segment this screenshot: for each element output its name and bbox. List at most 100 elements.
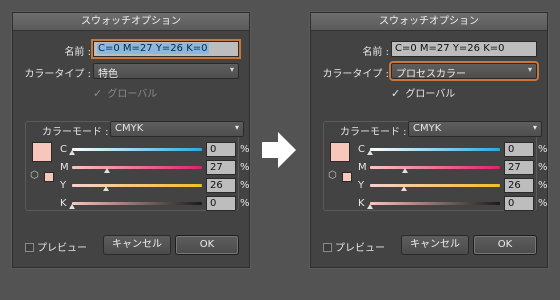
global-label: グローバル	[405, 89, 456, 100]
right-arrow-icon	[262, 132, 296, 168]
global-checkbox[interactable]: ✓ グローバル	[391, 85, 456, 100]
channel-label: Y	[358, 180, 365, 191]
checkbox-box	[25, 243, 34, 252]
channel-y: Y 26 %	[358, 178, 548, 194]
cube-icon[interactable]: ⬡	[30, 170, 39, 181]
name-label: 名前 :	[64, 47, 91, 58]
slider-track[interactable]	[370, 202, 500, 205]
percent-unit: %	[240, 198, 250, 209]
slider-thumb[interactable]	[367, 150, 373, 155]
swatch-options-dialog-after: スウォッチオプション 名前 : C=0 M=27 Y=26 K=0 カラータイプ…	[310, 12, 548, 268]
slider-thumb[interactable]	[104, 168, 110, 173]
gamut-swatch[interactable]	[342, 172, 352, 182]
slider-thumb[interactable]	[69, 150, 75, 155]
percent-unit: %	[240, 180, 250, 191]
slider-track[interactable]	[370, 184, 500, 187]
channel-value[interactable]: 27	[206, 160, 236, 175]
channel-value[interactable]: 26	[504, 178, 534, 193]
checkmark-icon: ✓	[391, 87, 401, 100]
channel-label: K	[60, 198, 67, 209]
name-value: C=0 M=27 Y=26 K=0	[97, 43, 209, 54]
percent-unit: %	[538, 162, 548, 173]
color-type-select[interactable]: 特色 ▾	[93, 63, 239, 80]
slider-thumb[interactable]	[69, 204, 75, 209]
slider-track[interactable]	[72, 148, 202, 151]
color-mode-value: CMYK	[413, 123, 442, 134]
ok-button[interactable]: OK	[473, 235, 537, 255]
cube-icon[interactable]: ⬡	[328, 170, 337, 181]
color-mode-label: カラーモード :	[42, 127, 109, 138]
percent-unit: %	[240, 144, 250, 155]
chevron-down-icon: ▾	[532, 123, 537, 132]
checkmark-icon: ✓	[93, 87, 103, 100]
color-mode-value: CMYK	[115, 123, 144, 134]
name-row: 名前 : C=0 M=27 Y=26 K=0	[13, 39, 249, 59]
global-checkbox[interactable]: ✓ グローバル	[93, 85, 158, 100]
color-mode-select[interactable]: CMYK ▾	[110, 121, 244, 137]
color-type-select[interactable]: プロセスカラー ▾	[389, 61, 539, 81]
name-field[interactable]: C=0 M=27 Y=26 K=0	[391, 41, 537, 57]
channel-label: Y	[60, 180, 67, 191]
channel-c: C 0 %	[60, 142, 250, 158]
color-group: カラーモード : CMYK ▾ ⬡ C 0 % M 27 % Y 26 % K …	[323, 121, 548, 212]
channel-label: C	[60, 144, 67, 155]
color-mode-select[interactable]: CMYK ▾	[408, 121, 542, 137]
channel-y: Y 26 %	[60, 178, 250, 194]
channel-value[interactable]: 27	[504, 160, 534, 175]
chevron-down-icon: ▾	[234, 123, 239, 132]
percent-unit: %	[538, 180, 548, 191]
dialog-title: スウォッチオプション	[13, 13, 249, 31]
percent-unit: %	[538, 144, 548, 155]
channel-label: M	[358, 162, 367, 173]
channel-value[interactable]: 0	[504, 196, 534, 211]
preview-label: プレビュー	[37, 243, 87, 254]
color-group: カラーモード : CMYK ▾ ⬡ C 0 % M 27 % Y 26 % K …	[25, 121, 250, 212]
preview-checkbox[interactable]: プレビュー	[25, 239, 87, 254]
channel-label: K	[358, 198, 365, 209]
channel-k: K 0 %	[358, 196, 548, 212]
preview-label: プレビュー	[335, 243, 385, 254]
slider-thumb[interactable]	[103, 186, 109, 191]
slider-thumb[interactable]	[401, 186, 407, 191]
slider-thumb[interactable]	[402, 168, 408, 173]
preview-checkbox[interactable]: プレビュー	[323, 239, 385, 254]
swatch-options-dialog-before: スウォッチオプション 名前 : C=0 M=27 Y=26 K=0 カラータイプ…	[12, 12, 250, 268]
gamut-swatch[interactable]	[44, 172, 54, 182]
name-field[interactable]: C=0 M=27 Y=26 K=0	[91, 39, 241, 59]
color-swatch	[330, 142, 350, 162]
slider-thumb[interactable]	[367, 204, 373, 209]
channel-value[interactable]: 26	[206, 178, 236, 193]
name-row: 名前 : C=0 M=27 Y=26 K=0	[311, 41, 547, 58]
color-type-label: カラータイプ :	[24, 69, 91, 80]
global-label: グローバル	[107, 89, 158, 100]
channel-m: M 27 %	[60, 160, 250, 176]
color-mode-label: カラーモード :	[340, 127, 407, 138]
color-type-value: 特色	[98, 69, 118, 80]
color-type-row: カラータイプ : 特色 ▾	[13, 63, 249, 80]
slider-track[interactable]	[72, 184, 202, 187]
percent-unit: %	[240, 162, 250, 173]
color-swatch	[32, 142, 52, 162]
channel-value[interactable]: 0	[206, 196, 236, 211]
cancel-button[interactable]: キャンセル	[103, 235, 171, 255]
channel-value[interactable]: 0	[504, 142, 534, 157]
channel-k: K 0 %	[60, 196, 250, 212]
ok-button[interactable]: OK	[175, 235, 239, 255]
channel-c: C 0 %	[358, 142, 548, 158]
slider-track[interactable]	[370, 148, 500, 151]
slider-track[interactable]	[370, 166, 500, 169]
chevron-down-icon: ▾	[229, 65, 234, 74]
color-type-row: カラータイプ : プロセスカラー ▾	[311, 61, 547, 81]
color-type-label: カラータイプ :	[322, 69, 389, 80]
channel-m: M 27 %	[358, 160, 548, 176]
color-type-value: プロセスカラー	[396, 69, 466, 80]
name-value: C=0 M=27 Y=26 K=0	[395, 43, 505, 54]
cancel-button[interactable]: キャンセル	[401, 235, 469, 255]
channel-label: M	[60, 162, 69, 173]
chevron-down-icon: ▾	[527, 65, 532, 74]
percent-unit: %	[538, 198, 548, 209]
name-label: 名前 :	[362, 47, 389, 58]
slider-track[interactable]	[72, 166, 202, 169]
slider-track[interactable]	[72, 202, 202, 205]
channel-value[interactable]: 0	[206, 142, 236, 157]
